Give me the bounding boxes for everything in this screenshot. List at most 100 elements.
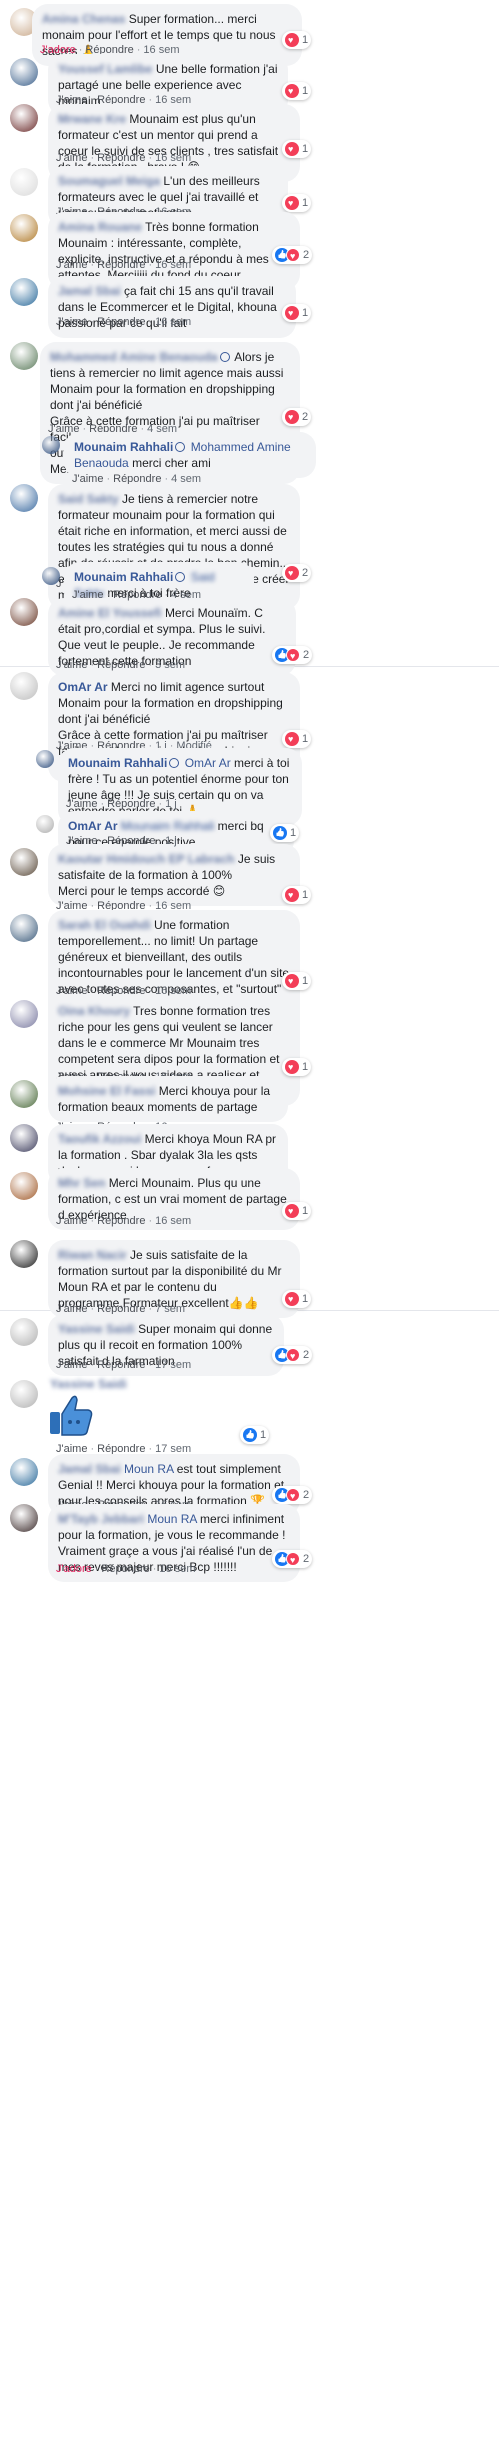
reaction-summary[interactable]: 1 [282, 304, 312, 322]
love-button[interactable]: J'adore [56, 1563, 92, 1575]
comment-mention[interactable]: OmAr Ar [185, 756, 231, 770]
reaction-summary[interactable]: 1 [270, 824, 300, 842]
comment-mention[interactable]: Moun RA [147, 1512, 196, 1526]
comment-author[interactable]: Jamal Sbai [58, 284, 121, 298]
comment-author[interactable]: Amina Rouane [58, 220, 142, 234]
avatar[interactable] [10, 1240, 38, 1268]
reply-button[interactable]: Répondre [97, 152, 145, 164]
comment-author[interactable]: Mohsine El Fassi [58, 1084, 155, 1098]
reply-button[interactable]: Répondre [107, 835, 155, 847]
reply-button[interactable]: Répondre [97, 316, 145, 328]
comment-timestamp[interactable]: 16 sem [155, 259, 191, 271]
comment-author[interactable]: Amina Chenas [42, 12, 125, 26]
like-button[interactable]: J'aime [66, 798, 97, 810]
reaction-summary[interactable]: 1 [282, 1058, 312, 1076]
comment-author[interactable]: Said Sakty [58, 492, 119, 506]
comment-author[interactable]: Riwan Nacir [58, 1248, 127, 1262]
avatar[interactable] [10, 1504, 38, 1532]
comment-author[interactable]: Taoufik Azzoui [58, 1132, 141, 1146]
comment-timestamp[interactable]: 17 sem [155, 1359, 191, 1371]
comment-author[interactable]: Mounaim Rahhali [74, 570, 173, 584]
comment-author[interactable]: OmAr Ar [68, 819, 118, 833]
comment-timestamp[interactable]: 1 j [165, 835, 177, 847]
like-button[interactable]: J'aime [56, 259, 87, 271]
comment-timestamp[interactable]: 16 sem [155, 152, 191, 164]
avatar[interactable] [10, 598, 38, 626]
comment-author[interactable]: Kaoutar Hmidouch EP Labrach [58, 852, 234, 866]
reaction-summary[interactable]: 2 [272, 1346, 313, 1364]
reaction-summary[interactable]: 1 [282, 972, 312, 990]
comment-timestamp[interactable]: 16 sem [159, 1563, 195, 1575]
like-button[interactable]: J'aime [56, 316, 87, 328]
reply-button[interactable]: Répondre [107, 798, 155, 810]
avatar[interactable] [10, 342, 38, 370]
comment-timestamp[interactable]: 3 sem [155, 659, 185, 671]
avatar[interactable] [10, 672, 38, 700]
reaction-summary[interactable]: 2 [282, 408, 312, 426]
avatar[interactable] [10, 214, 38, 242]
like-button[interactable]: J'aime [56, 1359, 87, 1371]
reply-button[interactable]: Répondre [101, 1563, 149, 1575]
comment-author[interactable]: Yassine Saidi [50, 1377, 127, 1391]
reply-button[interactable]: Répondre [97, 1215, 145, 1227]
reaction-summary[interactable]: 1 [240, 1426, 270, 1444]
avatar[interactable] [42, 436, 60, 454]
like-button[interactable]: J'aime [72, 589, 103, 601]
avatar[interactable] [10, 1080, 38, 1108]
avatar[interactable] [10, 104, 38, 132]
avatar[interactable] [10, 1458, 38, 1486]
comment-author[interactable]: Youssef Lamlibe [58, 62, 152, 76]
comment-author[interactable]: Sarah El Ouahdi [58, 918, 151, 932]
comment-author[interactable]: Mohammed Amine Benaouda [50, 350, 218, 364]
comment-author[interactable]: OmAr Ar [58, 680, 108, 694]
comment-author[interactable]: Oina Khoury [58, 1004, 130, 1018]
comment-timestamp[interactable]: 16 sem [155, 1215, 191, 1227]
comment-author[interactable]: Soumaguel Meiga [58, 174, 160, 188]
reaction-summary[interactable]: 1 [282, 886, 312, 904]
like-button[interactable]: J'aime [56, 659, 87, 671]
comment-author[interactable]: Yassine Saidi [58, 1322, 135, 1336]
comment-author[interactable]: M'Tayb Jebbari [58, 1512, 144, 1526]
comment-timestamp[interactable]: 4 sem [171, 589, 201, 601]
avatar[interactable] [10, 848, 38, 876]
avatar[interactable] [10, 1380, 38, 1408]
avatar[interactable] [10, 1318, 38, 1346]
avatar[interactable] [10, 58, 38, 86]
avatar[interactable] [10, 1172, 38, 1200]
reaction-summary[interactable]: 1 [282, 1202, 312, 1220]
comment-timestamp[interactable]: 16 sem [155, 316, 191, 328]
avatar[interactable] [10, 168, 38, 196]
like-button[interactable]: J'aime [56, 1215, 87, 1227]
reaction-summary[interactable]: 1 [282, 194, 312, 212]
comment-timestamp[interactable]: 1 j [165, 798, 177, 810]
reaction-summary[interactable]: 2 [282, 564, 312, 582]
avatar[interactable] [10, 914, 38, 942]
comment-author[interactable]: Jamal Sbai [58, 1462, 121, 1476]
comment-mention[interactable]: Moun RA [124, 1462, 173, 1476]
reply-button[interactable]: Répondre [97, 659, 145, 671]
comment-author[interactable]: Amine El Youssefi [58, 606, 162, 620]
comment-author[interactable]: Mhr Sen [58, 1176, 105, 1190]
avatar[interactable] [10, 278, 38, 306]
like-button[interactable]: J'aime [56, 152, 87, 164]
reaction-summary[interactable]: 2 [272, 1550, 313, 1568]
reaction-summary[interactable]: 1 [282, 31, 312, 49]
avatar[interactable] [36, 815, 54, 833]
reaction-summary[interactable]: 2 [272, 1486, 313, 1504]
reaction-summary[interactable]: 1 [282, 730, 312, 748]
comment-mention[interactable]: Mounaim Rahhali [121, 819, 214, 833]
avatar[interactable] [10, 1000, 38, 1028]
reaction-summary[interactable]: 2 [272, 646, 313, 664]
reaction-summary[interactable]: 2 [272, 246, 313, 264]
reply-button[interactable]: Répondre [97, 1359, 145, 1371]
reaction-summary[interactable]: 1 [282, 1290, 312, 1308]
avatar[interactable] [10, 1124, 38, 1152]
reply-button[interactable]: Répondre [113, 589, 161, 601]
like-button[interactable]: J'aime [66, 835, 97, 847]
comment-author[interactable]: Mrwane Kre [58, 112, 126, 126]
avatar[interactable] [42, 567, 60, 585]
comment-author[interactable]: Mounaim Rahhali [74, 440, 173, 454]
avatar[interactable] [36, 750, 54, 768]
avatar[interactable] [10, 484, 38, 512]
reaction-summary[interactable]: 1 [282, 140, 312, 158]
